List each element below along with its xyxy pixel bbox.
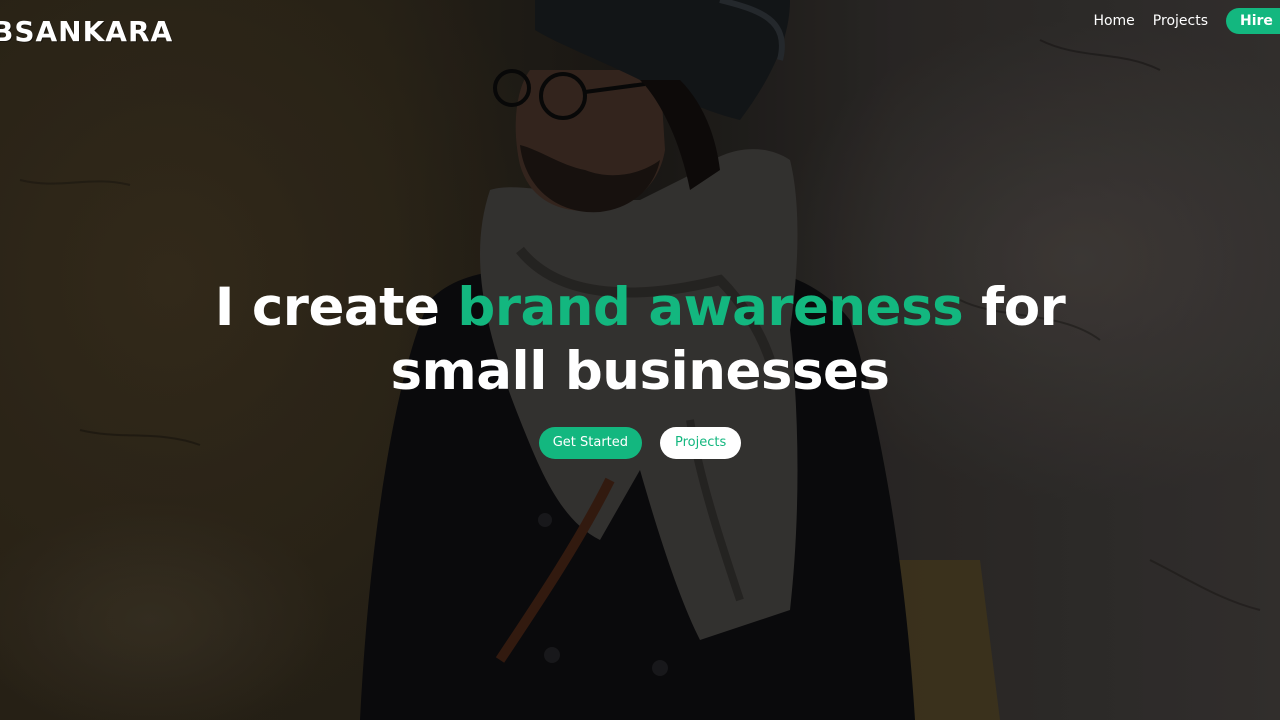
headline-line-2: small businesses <box>390 341 890 402</box>
get-started-button[interactable]: Get Started <box>538 427 643 459</box>
headline-accent: brand awareness <box>457 277 964 338</box>
hero-cta-group: Get Started Projects <box>0 427 1280 459</box>
nav-link-projects[interactable]: Projects <box>1153 8 1208 34</box>
hire-button[interactable]: Hire <box>1226 8 1280 34</box>
headline-prefix: I create <box>214 277 458 338</box>
hero-headline: I create brand awareness for small busin… <box>0 276 1280 404</box>
brand-logo[interactable]: BSANKARA <box>0 12 173 52</box>
top-navigation: Home Projects Hire <box>1093 8 1280 34</box>
nav-link-home[interactable]: Home <box>1093 8 1134 34</box>
hero-section: BSANKARA Home Projects Hire I create bra… <box>0 0 1280 720</box>
headline-suffix: for <box>963 277 1066 338</box>
projects-button[interactable]: Projects <box>660 427 742 459</box>
